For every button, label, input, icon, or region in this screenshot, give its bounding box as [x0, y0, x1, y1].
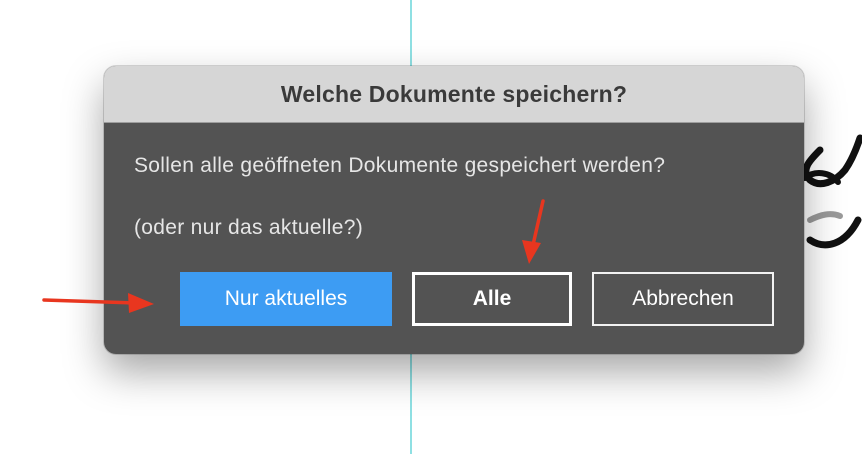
dialog-message: Sollen alle geöffneten Dokumente gespeic…: [134, 154, 666, 177]
dialog-submessage: (oder nur das aktuelle?): [134, 216, 363, 239]
dialog-title: Welche Dokumente speichern?: [280, 80, 628, 107]
current-only-button[interactable]: Nur aktuelles: [180, 272, 392, 326]
dialog-titlebar: Welche Dokumente speichern?: [104, 66, 804, 123]
all-button[interactable]: Alle: [412, 272, 572, 326]
save-documents-dialog: Welche Dokumente speichern? Sollen alle …: [104, 66, 804, 354]
cancel-button[interactable]: Abbrechen: [592, 272, 774, 326]
